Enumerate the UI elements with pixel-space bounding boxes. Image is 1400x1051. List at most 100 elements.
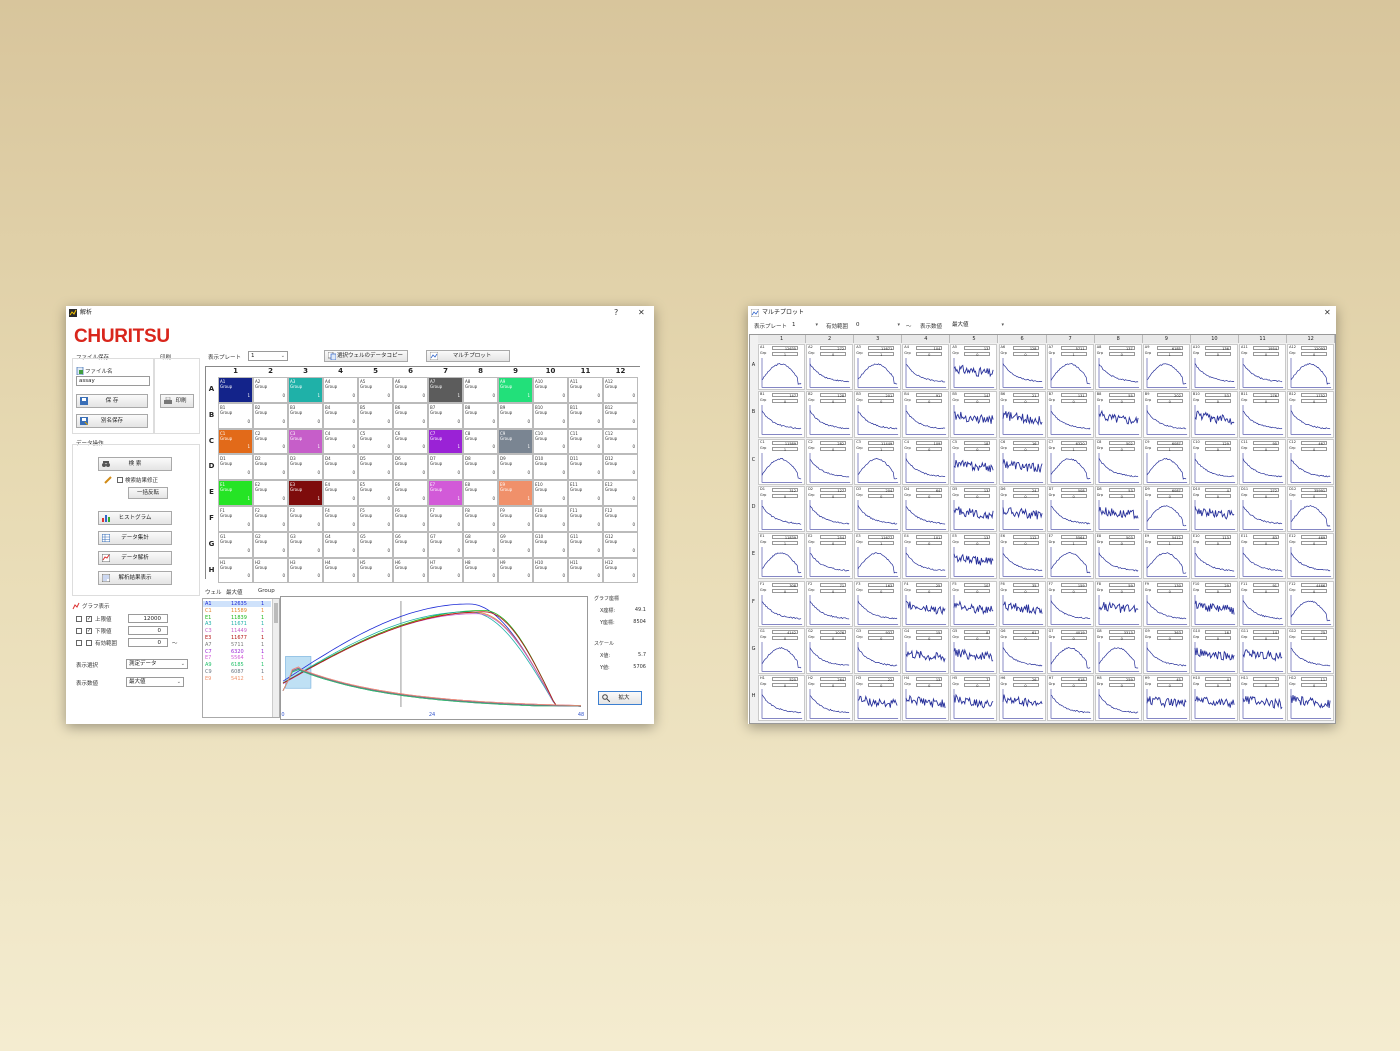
well-E7[interactable]: E7 Group 1 — [428, 480, 463, 506]
well-B10[interactable]: B10 Group 0 — [533, 402, 568, 429]
well-H3[interactable]: H3 Group 0 — [288, 557, 323, 584]
well-A4[interactable]: A4 Group 0 — [323, 377, 358, 403]
mp-cell-G10[interactable]: G10 16 Grp 0 — [1190, 627, 1238, 675]
mp-cell-E10[interactable]: E10 113 Grp 0 — [1190, 533, 1238, 580]
plate-row-header[interactable]: E — [206, 488, 217, 496]
close-button[interactable]: ✕ — [638, 306, 645, 320]
mp-cell-C4[interactable]: C4 109 Grp 0 — [902, 438, 950, 485]
well-H11[interactable]: H11 Group 0 — [568, 557, 603, 584]
well-D4[interactable]: D4 Group 0 — [323, 454, 358, 481]
well-C2[interactable]: C2 Group 0 — [253, 428, 288, 455]
plate-column-header[interactable]: 6 — [393, 367, 428, 376]
mp-cell-E7[interactable]: E7 5564 Grp 1 — [1046, 533, 1094, 580]
mp-cell-A2[interactable]: A2 272 Grp 0 — [806, 344, 854, 391]
plate-column-header[interactable]: 2 — [253, 367, 288, 376]
mp-column-header[interactable]: 5 — [950, 335, 999, 343]
well-D7[interactable]: D7 Group 0 — [428, 454, 463, 481]
mp-cell-H9[interactable]: H9 45 Grp 0 — [1142, 675, 1190, 722]
mp-cell-D9[interactable]: D9 6087 Grp 0 — [1142, 485, 1190, 533]
list-item[interactable]: C9 6087 1 — [203, 669, 271, 675]
mp-cell-H11[interactable]: H11 7 Grp 0 — [1239, 675, 1287, 722]
mp-cell-E12[interactable]: E12 469 Grp 0 — [1287, 533, 1335, 580]
lower-limit-input[interactable]: 0 — [128, 626, 168, 635]
mp-cell-C7[interactable]: C7 6320 Grp 1 — [1046, 438, 1094, 485]
valid-range-checkbox[interactable] — [86, 640, 92, 646]
mp-cell-H12[interactable]: H12 11 Grp 0 — [1287, 675, 1335, 722]
mp-cell-B6[interactable]: B6 21 Grp 0 — [998, 391, 1046, 438]
plate-row-header[interactable]: C — [206, 437, 217, 445]
plate-column-header[interactable]: 1 — [218, 367, 253, 376]
well-H9[interactable]: H9 Group 0 — [498, 557, 533, 584]
mp-column-header[interactable]: 10 — [1190, 335, 1239, 343]
mp-column-header[interactable]: 3 — [854, 335, 903, 343]
well-C6[interactable]: C6 Group 0 — [393, 428, 428, 455]
well-A7[interactable]: A7 Group 1 — [428, 377, 463, 403]
well-F4[interactable]: F4 Group 0 — [323, 506, 358, 532]
save-as-button[interactable]: 別名保存 — [76, 414, 148, 428]
plate-column-header[interactable]: 9 — [498, 367, 533, 376]
well-H12[interactable]: H12 Group 0 — [603, 557, 638, 584]
mp-cell-G1[interactable]: G1 4142 Grp 0 — [758, 627, 806, 675]
plate-row-header[interactable]: H — [206, 566, 217, 574]
list-item[interactable]: A1 12635 1 — [203, 601, 271, 607]
well-C10[interactable]: C10 Group 0 — [533, 428, 568, 455]
well-C9[interactable]: C9 Group 1 — [498, 428, 533, 455]
list-scrollbar[interactable] — [272, 599, 279, 717]
well-H5[interactable]: H5 Group 0 — [358, 557, 393, 584]
bulk-invert-button[interactable]: 一括反転 — [128, 487, 168, 499]
multiplot-button[interactable]: マルチプロット — [426, 350, 510, 362]
well-D11[interactable]: D11 Group 0 — [568, 454, 603, 481]
mp-cell-C12[interactable]: C12 467 Grp 0 — [1287, 438, 1335, 485]
mp-cell-F9[interactable]: F9 130 Grp 0 — [1142, 580, 1190, 627]
mp-valid-range-dropdown[interactable]: 0 ▾ — [854, 321, 902, 330]
mp-cell-E11[interactable]: E11 83 Grp 0 — [1239, 533, 1287, 580]
mp-column-header[interactable]: 1 — [758, 335, 807, 343]
mp-cell-D1[interactable]: D1 312 Grp 0 — [758, 485, 806, 533]
mp-cell-D7[interactable]: D7 508 Grp 0 — [1046, 485, 1094, 533]
mp-cell-D5[interactable]: D5 13 Grp 0 — [950, 485, 998, 533]
well-A11[interactable]: A11 Group 0 — [568, 377, 603, 403]
mp-cell-H5[interactable]: H5 7 Grp 0 — [950, 675, 998, 722]
well-B2[interactable]: B2 Group 0 — [253, 402, 288, 429]
mp-cell-F8[interactable]: F8 59 Grp 0 — [1094, 580, 1142, 627]
mp-cell-E5[interactable]: E5 13 Grp 0 — [950, 533, 998, 580]
mp-cell-A11[interactable]: A11 1954 Grp 0 — [1239, 344, 1287, 391]
mp-cell-C3[interactable]: C3 11449 Grp 1 — [854, 438, 902, 485]
list-item[interactable]: C7 6320 1 — [203, 649, 271, 655]
mp-cell-G8[interactable]: G8 3313 Grp 0 — [1094, 627, 1142, 675]
well-G7[interactable]: G7 Group 0 — [428, 531, 463, 558]
mp-cell-A1[interactable]: A1 12635 Grp 1 — [758, 344, 806, 391]
well-G8[interactable]: G8 Group 0 — [463, 531, 498, 558]
well-B5[interactable]: B5 Group 0 — [358, 402, 393, 429]
well-B3[interactable]: B3 Group 0 — [288, 402, 323, 429]
list-item[interactable]: A9 6185 1 — [203, 662, 271, 668]
mp-cell-G12[interactable]: G12 75 Grp 0 — [1287, 627, 1335, 675]
well-F1[interactable]: F1 Group 0 — [218, 506, 253, 532]
well-B1[interactable]: B1 Group 0 — [218, 402, 253, 429]
plate-row-header[interactable]: B — [206, 411, 217, 419]
mp-cell-G11[interactable]: G11 14 Grp 0 — [1239, 627, 1287, 675]
well-G11[interactable]: G11 Group 0 — [568, 531, 603, 558]
save-button[interactable]: 保 存 — [76, 394, 148, 408]
plate-column-header[interactable]: 5 — [358, 367, 393, 376]
mp-column-header[interactable]: 8 — [1094, 335, 1143, 343]
mp-cell-C2[interactable]: C2 282 Grp 0 — [806, 438, 854, 485]
mp-row-header[interactable]: F — [750, 599, 757, 605]
mp-cell-G2[interactable]: G2 1076 Grp 0 — [806, 627, 854, 675]
mp-row-header[interactable]: H — [750, 693, 757, 699]
well-F7[interactable]: F7 Group 0 — [428, 506, 463, 532]
mp-column-header[interactable]: 9 — [1142, 335, 1191, 343]
plate-row-header[interactable]: D — [206, 462, 217, 470]
well-D2[interactable]: D2 Group 0 — [253, 454, 288, 481]
mp-cell-F10[interactable]: F10 29 Grp 0 — [1190, 580, 1238, 627]
display-plate-dropdown[interactable]: 1 ⌄ — [248, 351, 288, 361]
plate-column-header[interactable]: 10 — [533, 367, 568, 376]
mp-cell-A8[interactable]: A8 137 Grp 0 — [1094, 344, 1142, 391]
mp-cell-H2[interactable]: H2 264 Grp 0 — [806, 675, 854, 722]
plate-row-header[interactable]: G — [206, 540, 217, 548]
well-G9[interactable]: G9 Group 0 — [498, 531, 533, 558]
copy-selected-button[interactable]: 選択ウェルのデータコピー — [324, 350, 408, 362]
plate-column-header[interactable]: 8 — [463, 367, 498, 376]
well-E4[interactable]: E4 Group 0 — [323, 480, 358, 506]
mp-cell-B4[interactable]: B4 91 Grp 0 — [902, 391, 950, 438]
